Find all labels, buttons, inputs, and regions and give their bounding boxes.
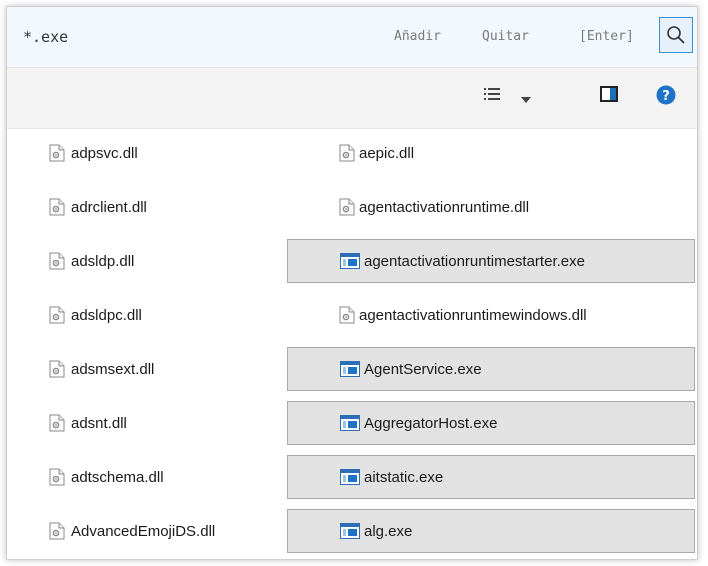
enter-button[interactable]: [Enter] bbox=[579, 29, 634, 44]
remove-filter-button[interactable]: Quitar bbox=[482, 29, 529, 44]
add-filter-button[interactable]: Añadir bbox=[394, 29, 441, 44]
exe-file-icon bbox=[340, 253, 360, 269]
dll-file-icon bbox=[339, 306, 355, 324]
file-name: aepic.dll bbox=[359, 144, 415, 162]
exe-file-icon bbox=[340, 361, 360, 377]
file-item[interactable]: adsnt.dll bbox=[43, 401, 273, 445]
file-item[interactable]: adrclient.dll bbox=[43, 185, 273, 229]
chevron-down-icon[interactable] bbox=[521, 89, 531, 108]
file-explorer-window: Añadir Quitar [Enter] bbox=[6, 6, 698, 560]
file-name: agentactivationruntimewindows.dll bbox=[359, 306, 587, 324]
file-name: adpsvc.dll bbox=[71, 144, 138, 162]
search-bar: Añadir Quitar [Enter] bbox=[7, 7, 697, 68]
dll-file-icon bbox=[49, 198, 65, 216]
file-name: adsnt.dll bbox=[71, 414, 127, 432]
file-name: AdvancedEmojiDS.dll bbox=[71, 522, 216, 540]
svg-text:?: ? bbox=[662, 89, 670, 104]
file-item-selected[interactable]: aitstatic.exe bbox=[287, 455, 695, 499]
file-name: adtschema.dll bbox=[71, 468, 164, 486]
preview-pane-icon[interactable] bbox=[600, 86, 618, 106]
file-list: adpsvc.dll adrclient.dll adsldp.dll adsl… bbox=[7, 128, 697, 559]
exe-file-icon bbox=[340, 469, 360, 485]
details-view-icon[interactable] bbox=[484, 86, 500, 105]
file-name: AggregatorHost.exe bbox=[364, 414, 498, 432]
toolbar: ? bbox=[7, 68, 697, 129]
file-item[interactable]: adtschema.dll bbox=[43, 455, 273, 499]
dll-file-icon bbox=[49, 144, 65, 162]
file-name: alg.exe bbox=[364, 522, 413, 540]
file-item[interactable]: adsldp.dll bbox=[43, 239, 273, 283]
search-button[interactable] bbox=[659, 17, 693, 53]
file-name: adsldpc.dll bbox=[71, 306, 142, 324]
dll-file-icon bbox=[49, 414, 65, 432]
search-input[interactable] bbox=[21, 27, 325, 47]
file-name: adsldp.dll bbox=[71, 252, 135, 270]
file-name: aitstatic.exe bbox=[364, 468, 444, 486]
file-item-selected[interactable]: agentactivationruntimestarter.exe bbox=[287, 239, 695, 283]
exe-file-icon bbox=[340, 523, 360, 539]
search-icon bbox=[667, 26, 685, 44]
dll-file-icon bbox=[339, 144, 355, 162]
dll-file-icon bbox=[49, 522, 65, 540]
dll-file-icon bbox=[49, 252, 65, 270]
file-item[interactable]: AdvancedEmojiDS.dll bbox=[43, 509, 273, 553]
file-item-selected[interactable]: AggregatorHost.exe bbox=[287, 401, 695, 445]
file-item[interactable]: agentactivationruntimewindows.dll bbox=[287, 293, 695, 337]
dll-file-icon bbox=[49, 468, 65, 486]
file-name: AgentService.exe bbox=[364, 360, 482, 378]
exe-file-icon bbox=[340, 415, 360, 431]
file-item[interactable]: agentactivationruntime.dll bbox=[287, 185, 695, 229]
file-item-selected[interactable]: alg.exe bbox=[287, 509, 695, 553]
file-name: adrclient.dll bbox=[71, 198, 147, 216]
dll-file-icon bbox=[49, 306, 65, 324]
help-icon[interactable]: ? bbox=[656, 85, 676, 109]
file-name: agentactivationruntimestarter.exe bbox=[364, 252, 585, 270]
file-item[interactable]: adpsvc.dll bbox=[43, 131, 273, 175]
file-item[interactable]: adsmsext.dll bbox=[43, 347, 273, 391]
file-name: agentactivationruntime.dll bbox=[359, 198, 530, 216]
file-name: adsmsext.dll bbox=[71, 360, 155, 378]
file-item[interactable]: aepic.dll bbox=[287, 131, 695, 175]
dll-file-icon bbox=[339, 198, 355, 216]
file-item[interactable]: adsldpc.dll bbox=[43, 293, 273, 337]
file-item-selected[interactable]: AgentService.exe bbox=[287, 347, 695, 391]
dll-file-icon bbox=[49, 360, 65, 378]
